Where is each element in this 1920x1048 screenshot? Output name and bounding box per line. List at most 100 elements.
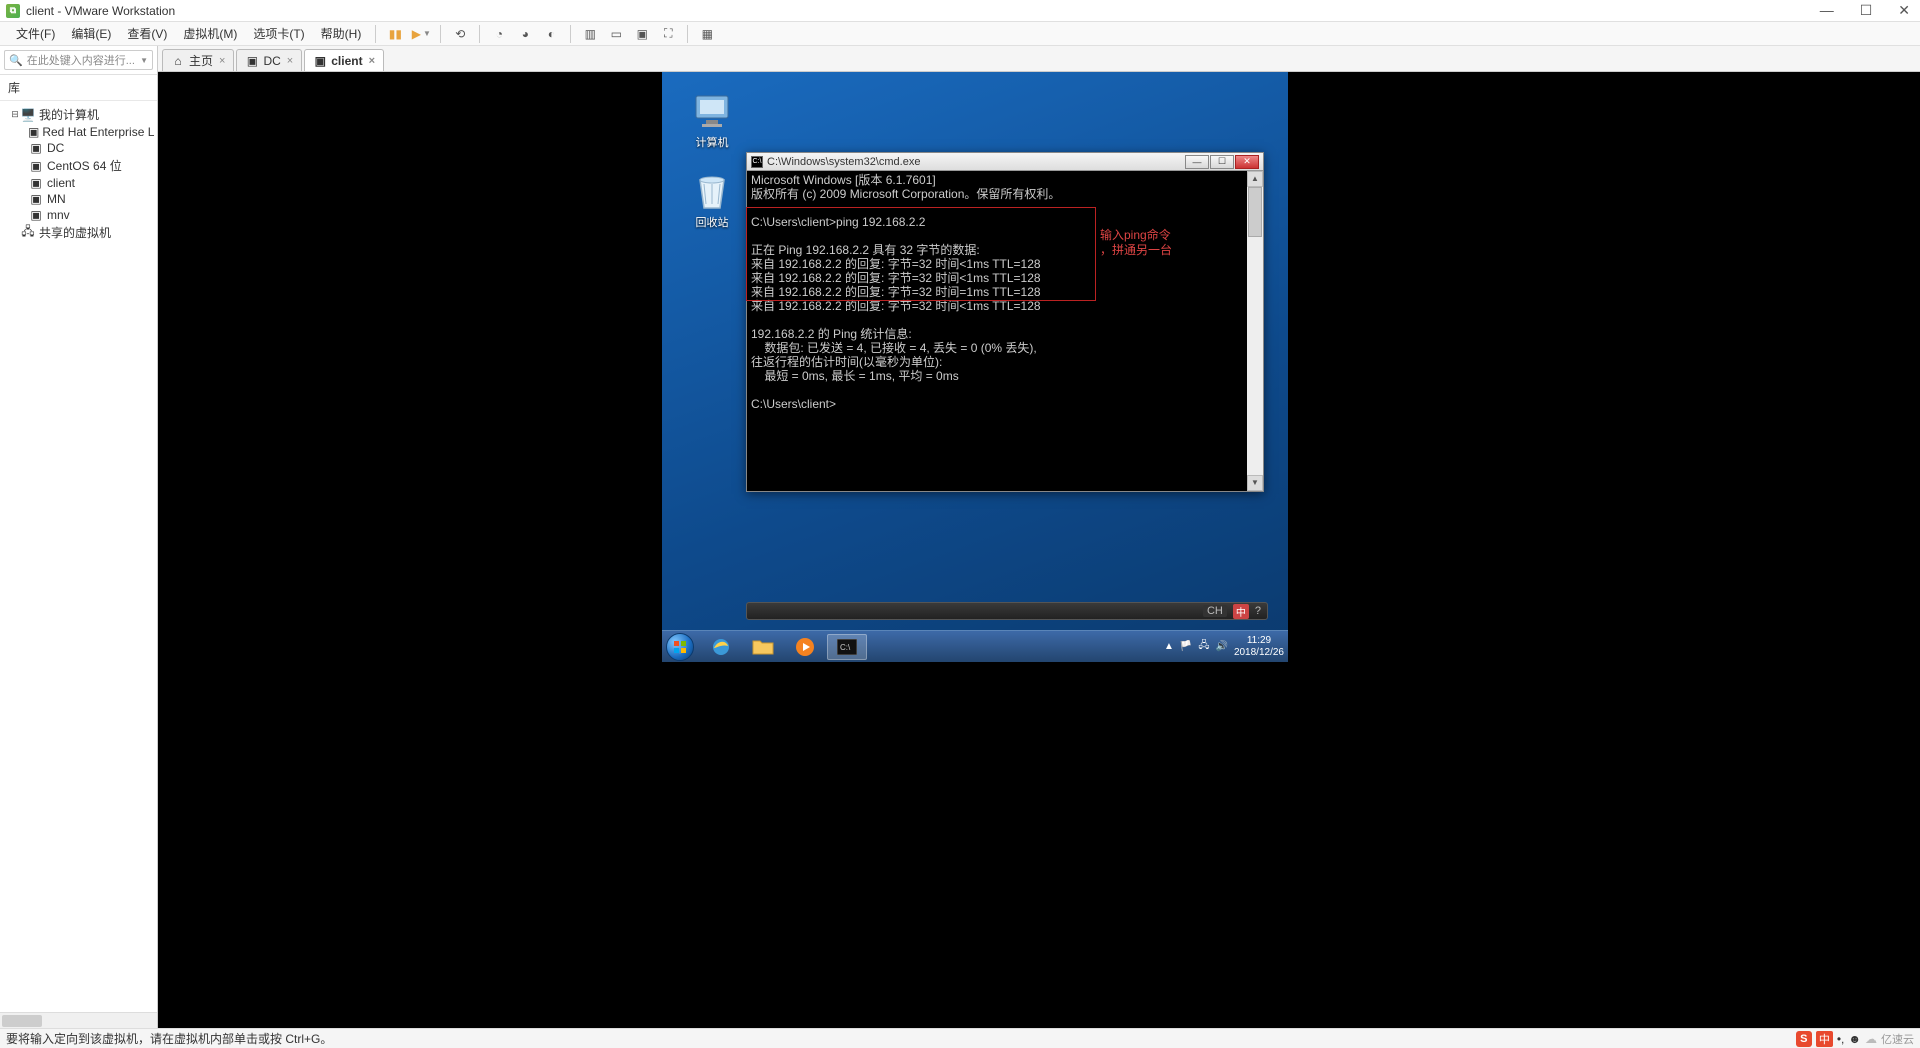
desktop-icon-recycle-bin[interactable]: 回收站 (682, 172, 742, 230)
menu-view[interactable]: 查看(V) (119, 25, 175, 42)
recycle-bin-icon (692, 172, 732, 212)
ime-help-icon[interactable]: ? (1255, 605, 1261, 617)
toolbar-revert-icon[interactable]: ◐ (540, 24, 562, 44)
desktop-icon-computer[interactable]: 计算机 (682, 92, 742, 150)
minimize-button[interactable]: — (1816, 2, 1838, 19)
guest-desktop[interactable]: 计算机 回收站 C:\ C:\Windows\system32\cmd.exe … (662, 72, 1288, 662)
host-ime-punct-icon[interactable]: •, (1837, 1032, 1845, 1046)
vm-viewport[interactable]: 计算机 回收站 C:\ C:\Windows\system32\cmd.exe … (158, 72, 1920, 1028)
computer-icon: 🖥️ (20, 108, 36, 122)
cmd-titlebar[interactable]: C:\ C:\Windows\system32\cmd.exe — ☐ ✕ (747, 153, 1263, 171)
vmware-app-icon: ⧉ (6, 4, 20, 18)
computer-icon (692, 92, 732, 132)
vm-icon: ▣ (28, 192, 44, 206)
tab-close-icon[interactable]: × (287, 55, 293, 67)
tree-root-label: 我的计算机 (39, 106, 99, 123)
guest-taskbar[interactable]: C:\ ▲ 🏳️ 🖧 🔊 11:29 2018/12/26 (662, 630, 1288, 662)
menu-vm[interactable]: 虚拟机(M) (175, 25, 245, 42)
toolbar-snapshot-manager-icon[interactable]: ◕ (514, 24, 536, 44)
close-button[interactable]: ✕ (1894, 2, 1914, 19)
scroll-thumb[interactable] (1248, 187, 1262, 237)
vm-icon: ▣ (28, 125, 39, 139)
ime-mode-badge[interactable]: 中 (1233, 604, 1249, 619)
tree-item-mnv[interactable]: ▣mnv (0, 207, 157, 223)
toolbar-layout-1-icon[interactable]: ▥ (579, 24, 601, 44)
tab-dc[interactable]: ▣ DC × (236, 49, 302, 71)
search-dropdown-icon[interactable]: ▼ (140, 56, 148, 65)
sidebar-search-row: 🔍 在此处键入内容进行... ▼ (0, 46, 157, 75)
tray-volume-icon[interactable]: 🔊 (1215, 641, 1227, 652)
tabstrip: ⌂ 主页 × ▣ DC × ▣ client × (158, 46, 1920, 72)
scroll-up-icon[interactable]: ▲ (1247, 171, 1263, 187)
vm-icon: ▣ (28, 176, 44, 190)
home-icon: ⌂ (171, 54, 185, 68)
tree-item-rhel[interactable]: ▣Red Hat Enterprise L (0, 124, 157, 140)
menu-file[interactable]: 文件(F) (8, 25, 63, 42)
toolbar-fullscreen-icon[interactable]: ⛶ (657, 24, 679, 44)
sidebar-search-input[interactable]: 🔍 在此处键入内容进行... ▼ (4, 50, 153, 70)
menu-edit[interactable]: 编辑(E) (63, 25, 119, 42)
taskbar-mediaplayer-icon[interactable] (785, 634, 825, 660)
vm-icon: ▣ (28, 208, 44, 222)
taskbar-ie-icon[interactable] (701, 634, 741, 660)
annotation-text: 输入ping命令 ，拼通另一台 (1100, 228, 1172, 258)
tab-home[interactable]: ⌂ 主页 × (162, 49, 234, 71)
cmd-window[interactable]: C:\ C:\Windows\system32\cmd.exe — ☐ ✕ Mi… (746, 152, 1264, 492)
cmd-output: Microsoft Windows [版本 6.1.7601] 版权所有 (c)… (751, 173, 1060, 411)
guest-clock[interactable]: 11:29 2018/12/26 (1234, 635, 1284, 659)
cmd-minimize-button[interactable]: — (1185, 155, 1209, 169)
start-button[interactable] (666, 633, 694, 661)
host-ime-mode[interactable]: 中 (1816, 1031, 1833, 1047)
status-text: 要将输入定向到该虚拟机，请在虚拟机内部单击或按 Ctrl+G。 (6, 1030, 332, 1047)
menubar: 文件(F) 编辑(E) 查看(V) 虚拟机(M) 选项卡(T) 帮助(H) ▮▮… (0, 22, 1920, 46)
shared-icon: 🖧 (20, 226, 36, 240)
scroll-down-icon[interactable]: ▼ (1247, 475, 1263, 491)
tree-item-mn[interactable]: ▣MN (0, 191, 157, 207)
tray-action-center-icon[interactable]: 🏳️ (1180, 641, 1192, 652)
content-area: ⌂ 主页 × ▣ DC × ▣ client × (158, 46, 1920, 1028)
guest-system-tray[interactable]: ▲ 🏳️ 🖧 🔊 11:29 2018/12/26 (1164, 635, 1284, 659)
cmd-title-text: C:\Windows\system32\cmd.exe (767, 156, 920, 168)
expand-icon[interactable]: ⊟ (10, 109, 20, 120)
sidebar-horizontal-scrollbar[interactable] (0, 1012, 157, 1028)
main-area: 🔍 在此处键入内容进行... ▼ 库 ⊟ 🖥️ 我的计算机 ▣Red Hat E… (0, 46, 1920, 1028)
toolbar-snapshot-icon[interactable]: ◔ (488, 24, 510, 44)
taskbar-explorer-icon[interactable] (743, 634, 783, 660)
tray-flag-icon[interactable]: ▲ (1164, 641, 1174, 652)
tree-root-mycomputer[interactable]: ⊟ 🖥️ 我的计算机 (0, 105, 157, 124)
sidebar-tree: ⊟ 🖥️ 我的计算机 ▣Red Hat Enterprise L ▣DC ▣Ce… (0, 101, 157, 1012)
pause-button[interactable]: ▮▮ (384, 24, 406, 44)
host-ime-emoji-icon[interactable]: ☻ (1848, 1032, 1861, 1046)
brand-label: 亿速云 (1881, 1031, 1914, 1047)
tab-close-icon[interactable]: × (219, 55, 225, 67)
guest-input-language-bar[interactable]: CH 中 ? (746, 602, 1268, 620)
ime-lang-badge[interactable]: CH (1203, 605, 1227, 617)
statusbar-right: S 中 •, ☻ ☁ 亿速云 (1796, 1031, 1914, 1047)
menu-tabs[interactable]: 选项卡(T) (245, 25, 312, 42)
cmd-close-button[interactable]: ✕ (1235, 155, 1259, 169)
tab-close-icon[interactable]: × (369, 55, 375, 67)
cmd-body[interactable]: Microsoft Windows [版本 6.1.7601] 版权所有 (c)… (747, 171, 1263, 491)
toolbar-layout-2-icon[interactable]: ▭ (605, 24, 627, 44)
sidebar: 🔍 在此处键入内容进行... ▼ 库 ⊟ 🖥️ 我的计算机 ▣Red Hat E… (0, 46, 158, 1028)
cmd-scrollbar[interactable]: ▲▼ (1247, 171, 1263, 491)
play-dropdown[interactable]: ▶▼ (410, 24, 432, 44)
cmd-maximize-button[interactable]: ☐ (1210, 155, 1234, 169)
tree-shared-vms[interactable]: 🖧 共享的虚拟机 (0, 223, 157, 242)
host-ime-badge[interactable]: S (1796, 1031, 1812, 1047)
tree-item-dc[interactable]: ▣DC (0, 140, 157, 156)
taskbar-cmd-icon[interactable]: C:\ (827, 634, 867, 660)
menu-help[interactable]: 帮助(H) (313, 25, 370, 42)
tree-item-centos[interactable]: ▣CentOS 64 位 (0, 156, 157, 175)
toolbar-unity-icon[interactable]: ▣ (631, 24, 653, 44)
cloud-icon: ☁ (1865, 1032, 1877, 1046)
maximize-button[interactable]: ☐ (1856, 2, 1877, 19)
tree-item-client[interactable]: ▣client (0, 175, 157, 191)
tab-client[interactable]: ▣ client × (304, 49, 384, 71)
tray-network-icon[interactable]: 🖧 (1198, 638, 1209, 655)
search-icon: 🔍 (9, 54, 23, 67)
tree-shared-label: 共享的虚拟机 (39, 224, 111, 241)
titlebar: ⧉ client - VMware Workstation — ☐ ✕ (0, 0, 1920, 22)
toolbar-library-icon[interactable]: ▦ (696, 24, 718, 44)
toolbar-icon-1[interactable]: ⟲ (449, 24, 471, 44)
